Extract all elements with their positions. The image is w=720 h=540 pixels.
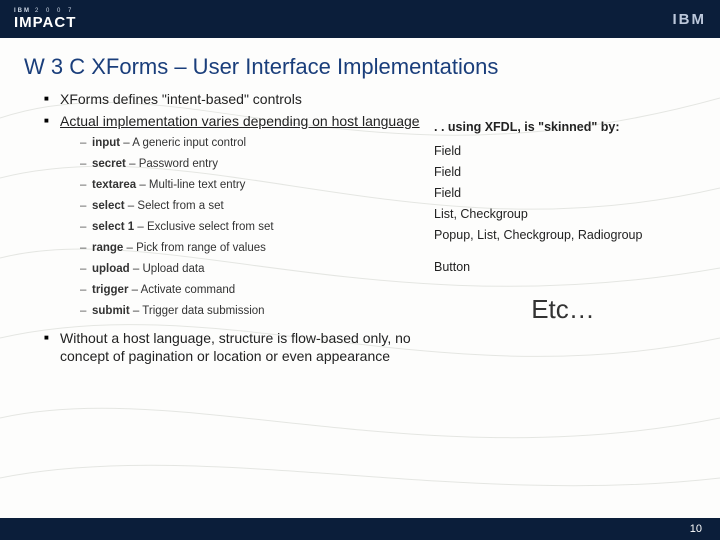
left-column: XForms defines "intent-based" controls A… [44,90,424,369]
control-item: upload – Upload data [80,262,424,277]
control-item: select – Select from a set [80,199,424,214]
skinned-item: Field [434,186,692,200]
header-bar: IBM 2 0 0 7 IMPACT IBM [0,0,720,38]
slide-title: W 3 C XForms – User Interface Implementa… [0,38,720,90]
content-area: XForms defines "intent-based" controls A… [0,90,720,369]
impact-logo: IBM 2 0 0 7 IMPACT [14,8,76,30]
skinned-item: Field [434,144,692,158]
skinned-heading: . . using XFDL, is "skinned" by: [434,120,692,134]
skinned-list: Field Field Field List, Checkgroup Popup… [434,144,692,274]
footer-bar: 10 [0,518,720,540]
skinned-item: Button [434,260,692,274]
control-item: range – Pick from range of values [80,241,424,256]
controls-list: input – A generic input control secret –… [80,136,424,318]
ibm-logo: IBM [673,11,707,28]
right-column: . . using XFDL, is "skinned" by: Field F… [434,90,692,369]
skinned-item: List, Checkgroup [434,207,692,221]
skinned-item: Field [434,165,692,179]
bullet-item: Without a host language, structure is fl… [44,329,424,365]
control-item: secret – Password entry [80,157,424,172]
bullet-item: XForms defines "intent-based" controls [44,90,424,108]
etc-label: Etc… [434,294,692,325]
skinned-item: Popup, List, Checkgroup, Radiogroup [434,228,692,242]
control-item: trigger – Activate command [80,283,424,298]
page-number: 10 [690,523,702,535]
control-item: submit – Trigger data submission [80,304,424,319]
impact-word: IMPACT [14,15,76,30]
main-bullets: XForms defines "intent-based" controls A… [44,90,424,365]
control-item: textarea – Multi-line text entry [80,178,424,193]
control-item: input – A generic input control [80,136,424,151]
bullet-item: Actual implementation varies depending o… [44,112,424,319]
bullet-text: Actual implementation varies depending o… [60,113,420,129]
control-item: select 1 – Exclusive select from set [80,220,424,235]
